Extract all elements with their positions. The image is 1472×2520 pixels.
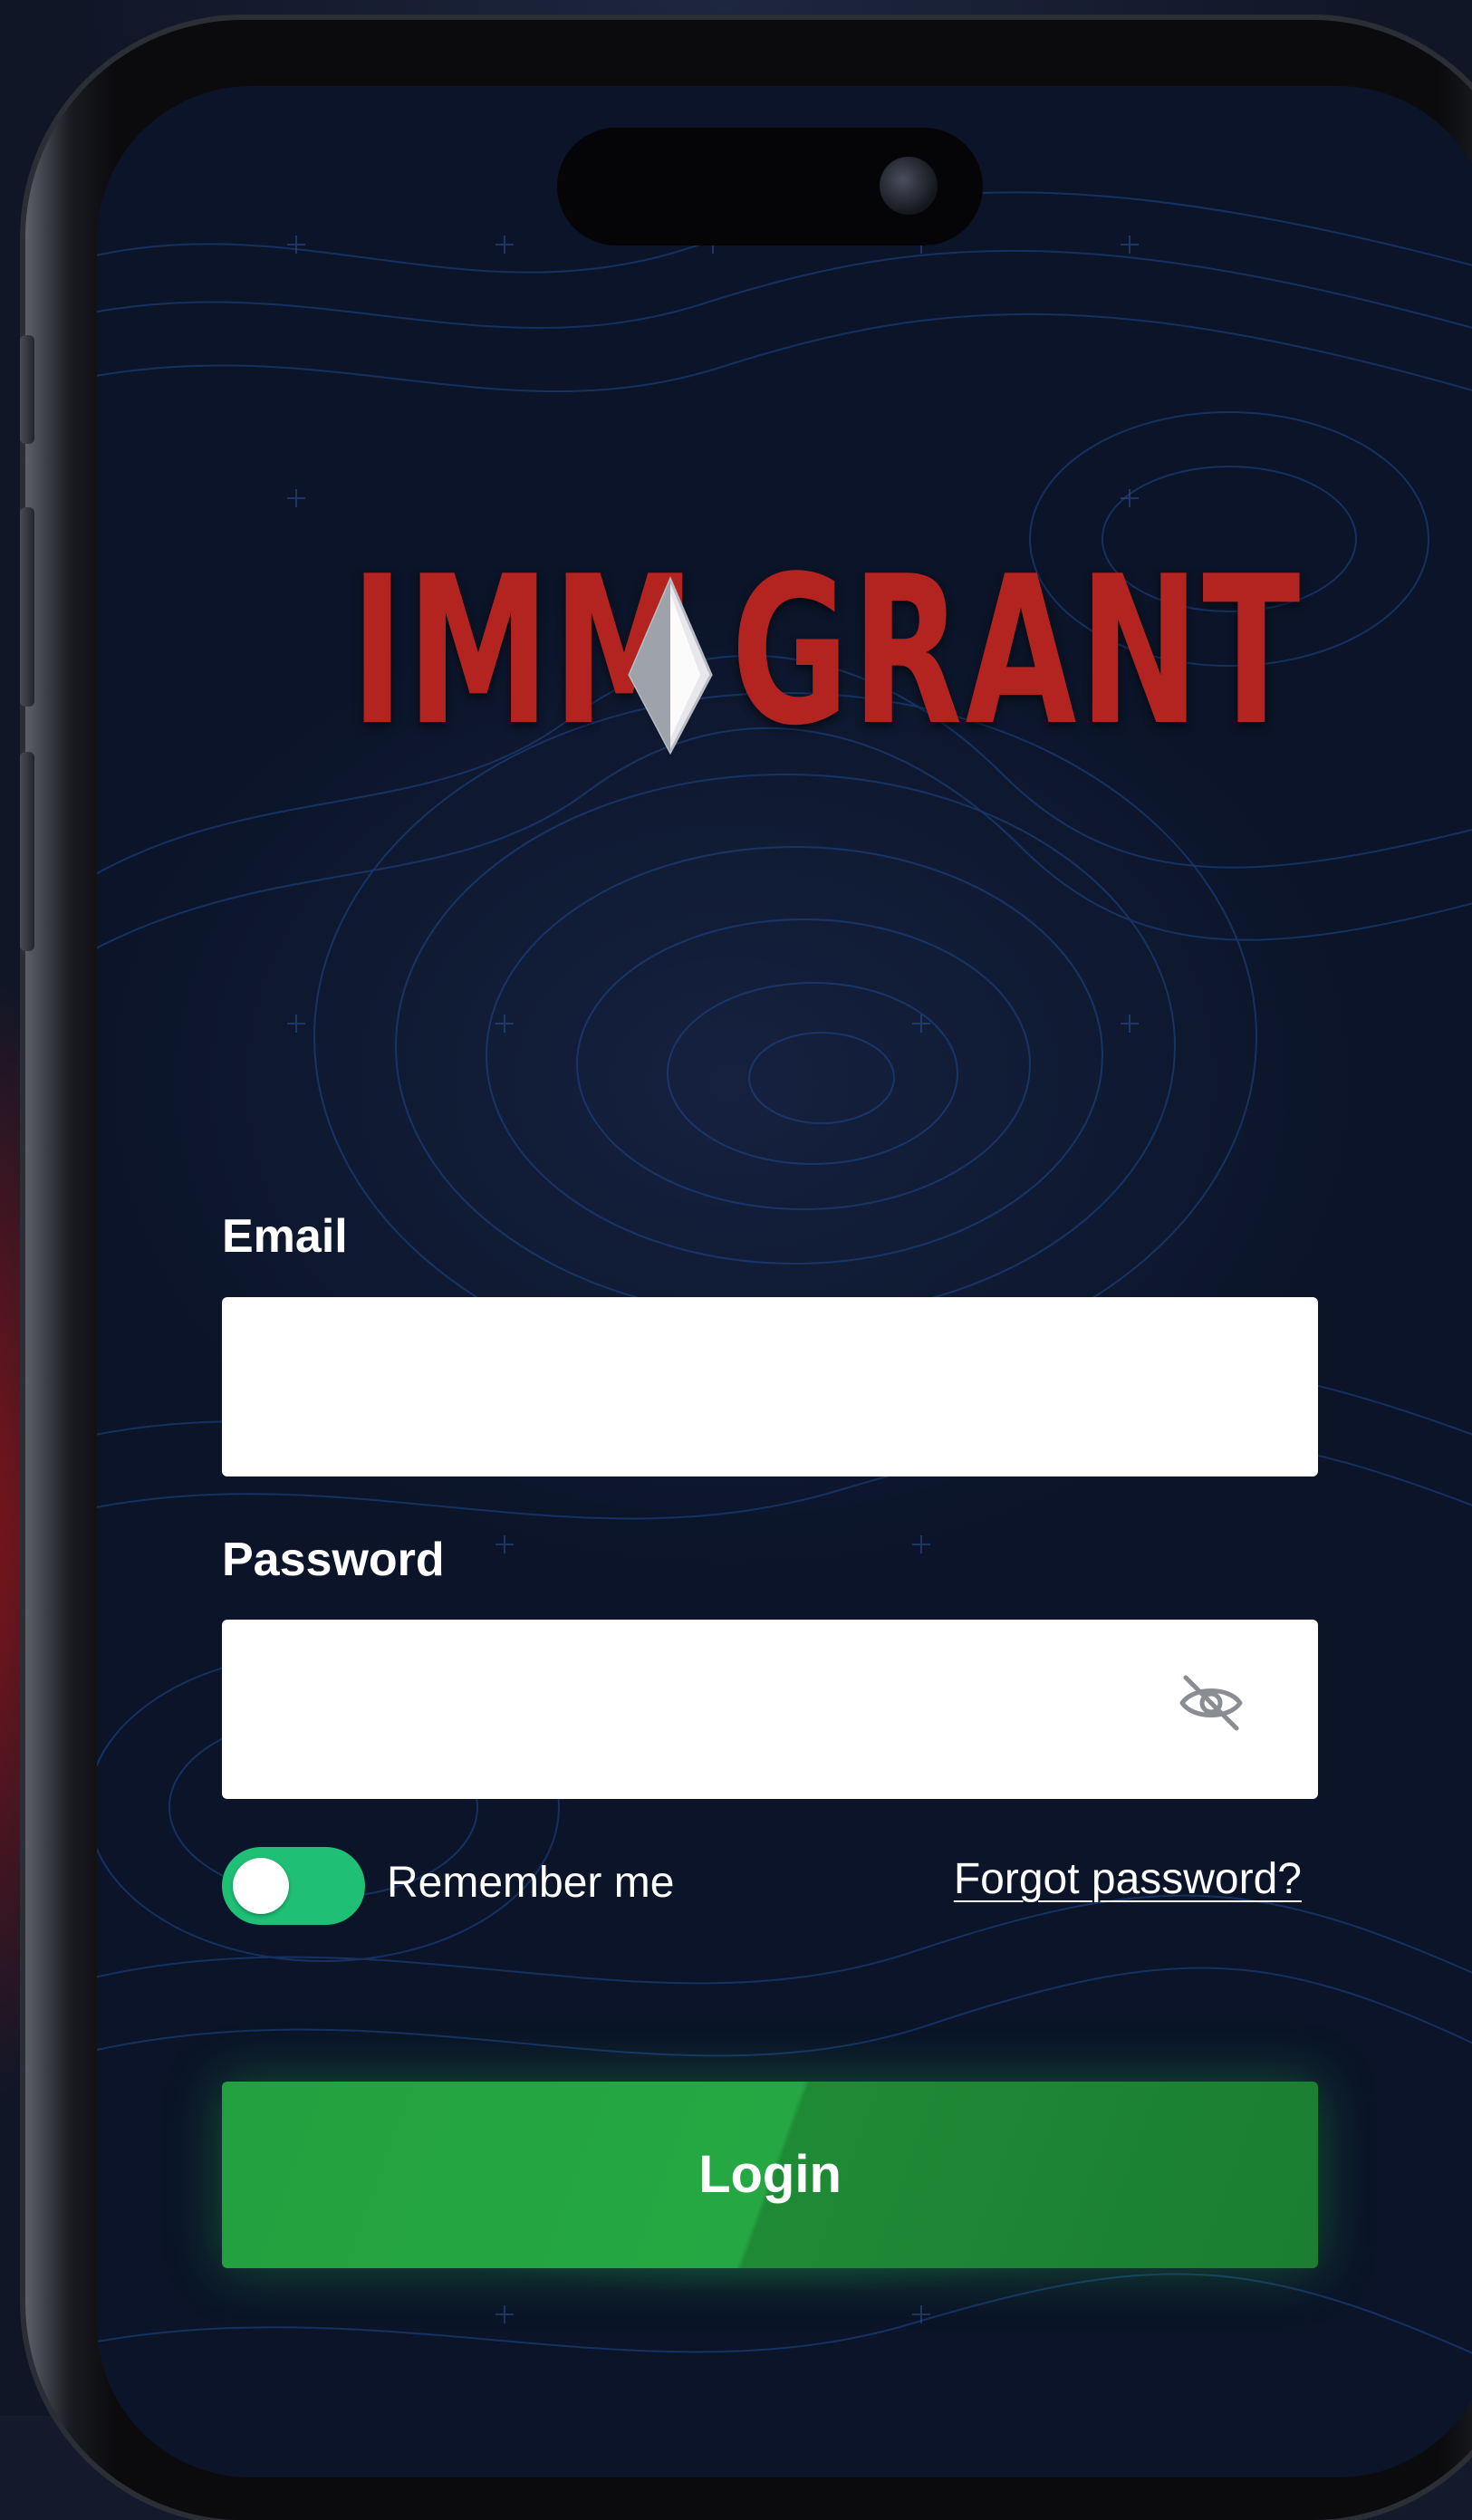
toggle-knob [233, 1858, 289, 1914]
login-button[interactable]: Login [222, 2082, 1318, 2268]
email-label: Email [222, 1210, 348, 1263]
front-camera [880, 157, 938, 215]
remember-me-label: Remember me [387, 1859, 675, 1907]
diamond-blade-icon [628, 576, 713, 755]
remember-me-toggle[interactable] [222, 1847, 365, 1925]
logo-text-right: GRANT [731, 533, 1304, 771]
email-input[interactable] [222, 1297, 1318, 1476]
password-input[interactable] [222, 1620, 1318, 1799]
phone-screen: IMM GRANT Email Password Remember me For… [97, 86, 1472, 2477]
phone-volume-up-button [20, 507, 34, 707]
phone-volume-down-button [20, 752, 34, 951]
dynamic-island [557, 128, 983, 245]
phone-side-button [20, 335, 34, 444]
brand-logo: IMM GRANT [351, 548, 1300, 756]
forgot-password-link[interactable]: Forgot password? [954, 1854, 1302, 1904]
password-label: Password [222, 1534, 445, 1586]
remember-row: Remember me Forgot password? [222, 1847, 1318, 1928]
eye-off-icon[interactable] [1175, 1667, 1247, 1739]
